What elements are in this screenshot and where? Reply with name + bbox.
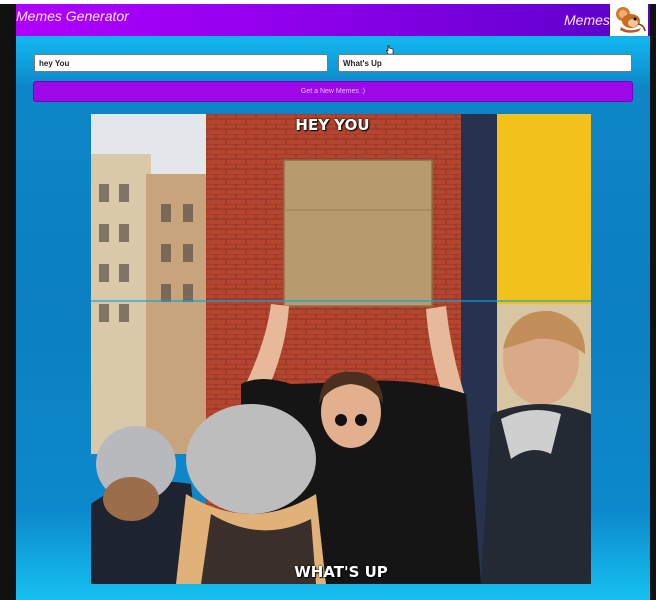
- mouse-cursor-icon: [385, 42, 394, 55]
- jerry-mouse-logo-icon: [610, 4, 648, 36]
- top-text-input[interactable]: [34, 54, 328, 72]
- meme-image: [91, 114, 591, 584]
- meme-photo: [91, 114, 591, 584]
- app-title: Memes Generator: [16, 8, 129, 24]
- header-bar: Memes Generator Memes: [16, 4, 650, 36]
- meme-top-caption: HEY YOU: [295, 116, 370, 134]
- left-edge: [0, 4, 16, 600]
- header-right-label: Memes: [564, 12, 610, 28]
- meme-bottom-caption: WHAT'S UP: [294, 563, 388, 581]
- meme-generator-app: Memes Generator Memes Get a New Memes :): [16, 4, 650, 600]
- right-edge: [650, 4, 656, 600]
- generate-meme-button[interactable]: Get a New Memes :): [33, 81, 633, 102]
- bottom-text-input[interactable]: [338, 54, 632, 72]
